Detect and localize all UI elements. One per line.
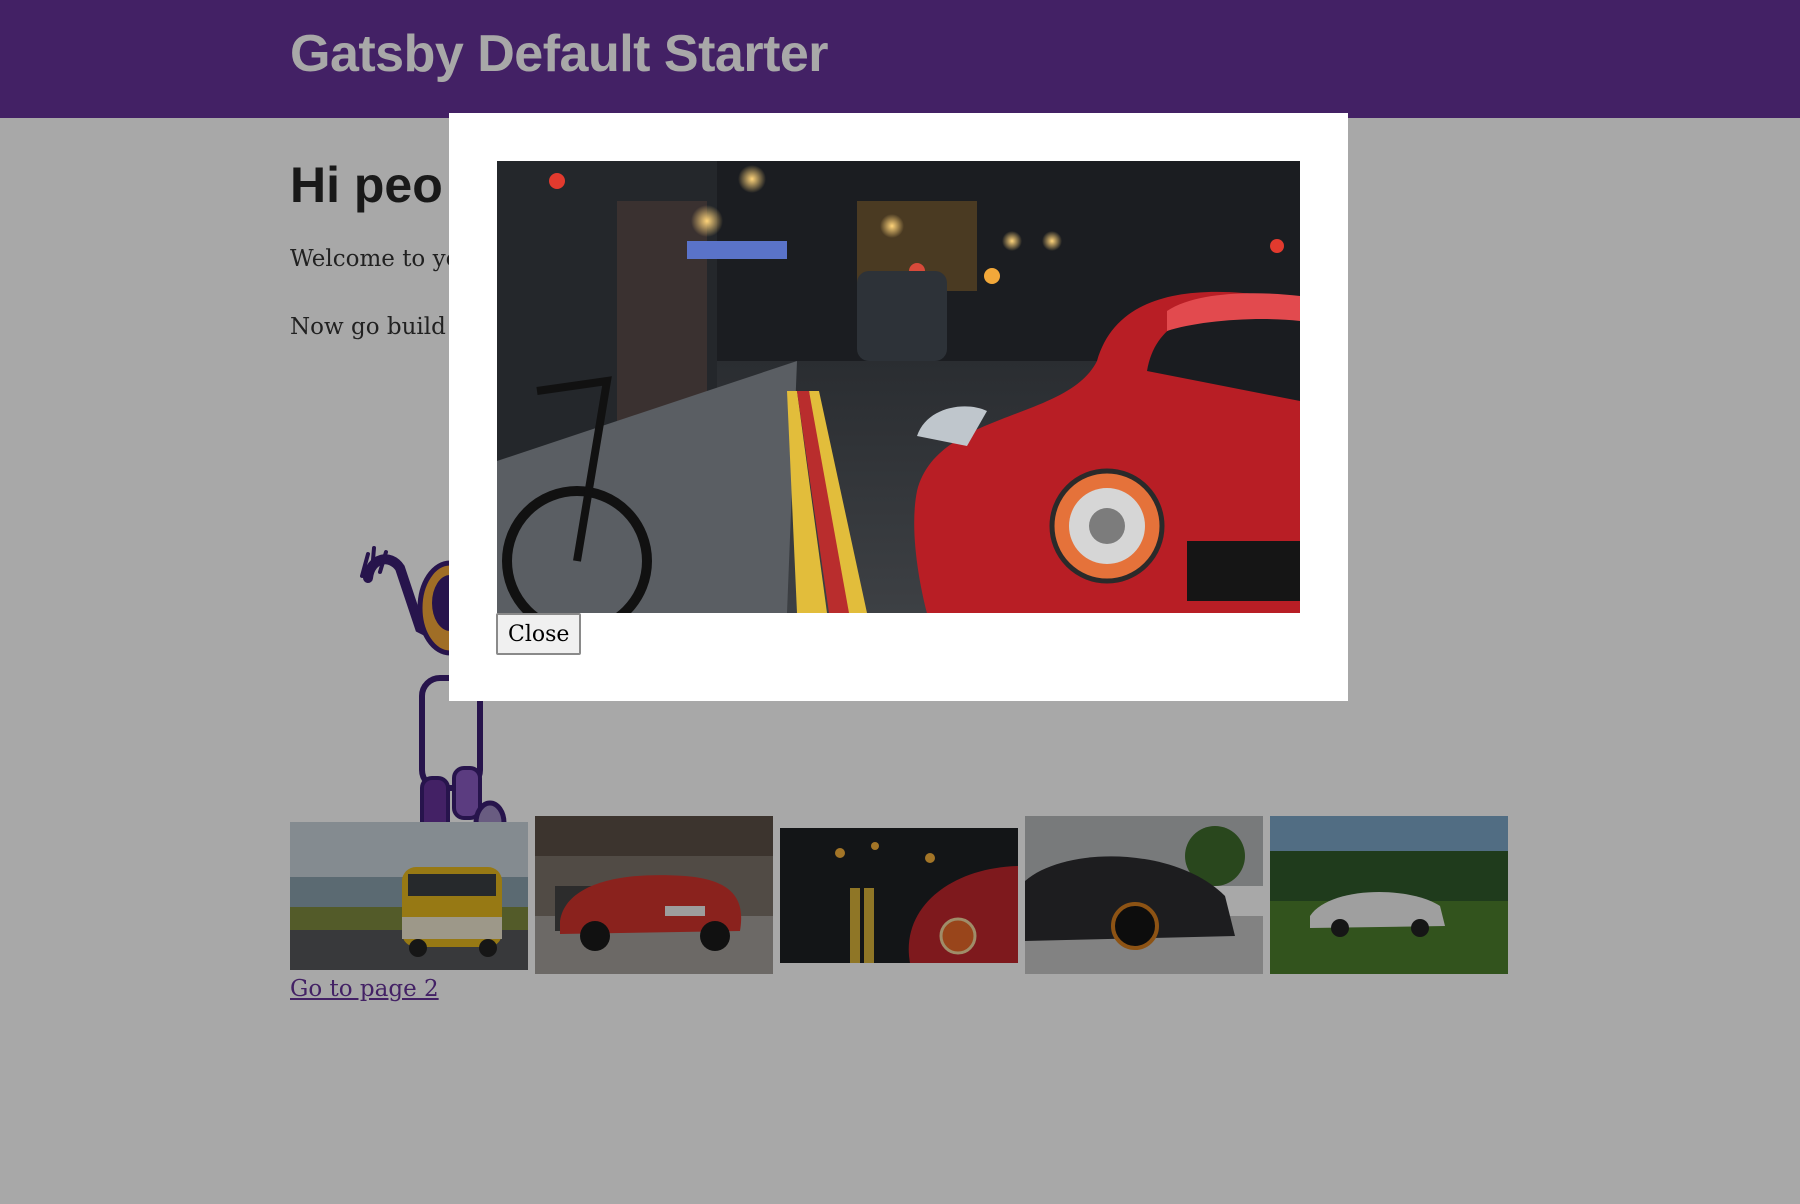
modal-image — [497, 161, 1300, 613]
page: Gatsby Default Starter Hi peo Welcome to… — [0, 0, 1800, 1204]
image-modal: Close — [449, 113, 1348, 701]
close-button[interactable]: Close — [496, 613, 582, 655]
